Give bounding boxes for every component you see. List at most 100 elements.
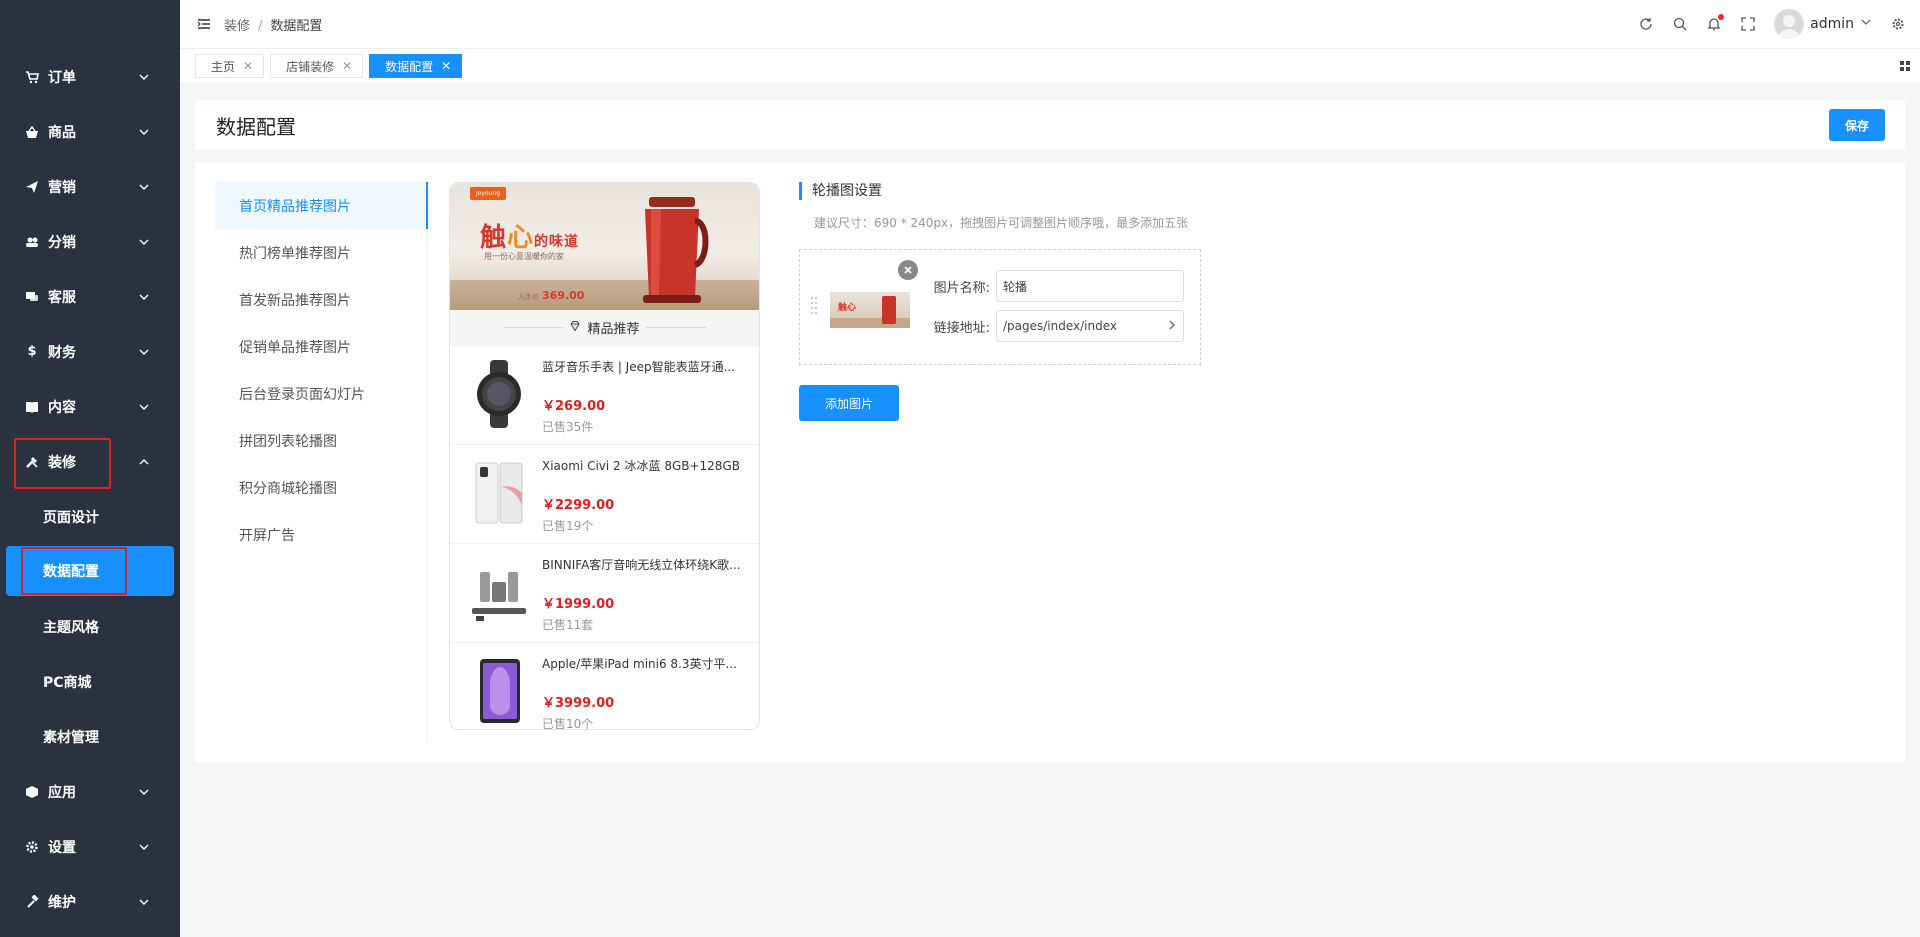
product-item[interactable]: 蓝牙音乐手表 | Jeep智能表蓝牙通... ￥269.00 已售35件 xyxy=(450,346,759,445)
settings-gear-icon[interactable] xyxy=(1890,16,1906,32)
menu-item-group-carousel[interactable]: 拼团列表轮播图 xyxy=(215,417,427,464)
menu-item-points-carousel[interactable]: 积分商城轮播图 xyxy=(215,464,427,511)
section-title: 轮播图设置 xyxy=(799,182,1299,200)
tools-icon xyxy=(24,454,40,470)
divider xyxy=(645,327,706,328)
nav-item-service[interactable]: 客服 xyxy=(0,269,180,324)
product-price: ￥3999.00 xyxy=(542,696,615,711)
gear-icon xyxy=(24,839,40,855)
chevron-up-icon xyxy=(138,456,150,468)
sidebar-subitem-data-config[interactable]: 数据配置 xyxy=(6,546,174,596)
breadcrumb-current: 数据配置 xyxy=(270,18,323,34)
product-item[interactable]: BINNIFA客厅音响无线立体环绕K歌... ￥1999.00 已售11套 xyxy=(450,544,759,643)
nav-item-distribution[interactable]: 分销 xyxy=(0,214,180,269)
menu-item-new-products[interactable]: 首发新品推荐图片 xyxy=(215,276,427,323)
sidebar-subitem-theme[interactable]: 主题风格 xyxy=(0,599,180,654)
menu-toggle-icon[interactable] xyxy=(196,16,212,32)
sidebar-subitem-pc-mall[interactable]: PC商城 xyxy=(0,654,180,709)
carousel-thumbnail[interactable]: 触心 xyxy=(830,292,910,328)
nav-item-orders[interactable]: 订单 xyxy=(0,49,180,104)
image-name-field: 图片名称: xyxy=(930,270,1184,302)
breadcrumb: 装修 / 数据配置 xyxy=(224,15,322,34)
product-info: 蓝牙音乐手表 | Jeep智能表蓝牙通... ￥269.00 已售35件 xyxy=(542,358,759,444)
subitem-label: 主题风格 xyxy=(43,619,99,636)
product-info: Apple/苹果iPad mini6 8.3英寸平... ￥3999.00 已售… xyxy=(542,655,759,729)
remove-image-button[interactable] xyxy=(898,260,918,280)
chevron-down-icon xyxy=(138,841,150,853)
product-name: 蓝牙音乐手表 | Jeep智能表蓝牙通... xyxy=(542,360,736,374)
chevron-down-icon xyxy=(138,896,150,908)
link-value: /pages/index/index xyxy=(1003,319,1118,333)
tablet-image xyxy=(470,655,528,727)
nav-item-maintenance[interactable]: 维护 xyxy=(0,874,180,929)
dollar-icon: $ xyxy=(27,344,37,359)
field-label: 链接地址: xyxy=(933,320,990,336)
people-icon xyxy=(24,234,40,250)
breadcrumb-item[interactable]: 装修 xyxy=(224,19,250,34)
nav-item-settings[interactable]: 设置 xyxy=(0,819,180,874)
close-icon[interactable]: ✕ xyxy=(243,60,253,72)
nav-item-decoration[interactable]: 装修 xyxy=(0,434,180,489)
product-item[interactable]: Xiaomi Civi 2 冰冰蓝 8GB+128GB ￥2299.00 已售1… xyxy=(450,445,759,544)
banner-slogan: 触心的味道 xyxy=(480,217,579,254)
tab-data-config[interactable]: 数据配置 ✕ xyxy=(369,54,463,78)
book-icon xyxy=(24,399,40,415)
menu-item-splash-ad[interactable]: 开屏广告 xyxy=(215,511,427,558)
user-menu[interactable]: admin xyxy=(1774,9,1872,39)
nav-item-content[interactable]: 内容 xyxy=(0,379,180,434)
chevron-down-icon xyxy=(138,236,150,248)
cube-icon xyxy=(24,784,40,800)
username: admin xyxy=(1810,16,1854,32)
image-name-input[interactable] xyxy=(996,270,1184,302)
config-category-menu: 首页精品推荐图片 热门榜单推荐图片 首发新品推荐图片 促销单品推荐图片 后台登录… xyxy=(215,182,428,742)
menu-item-login-slides[interactable]: 后台登录页面幻灯片 xyxy=(215,370,427,417)
grid-menu-icon[interactable] xyxy=(1898,59,1912,73)
diamond-icon xyxy=(569,320,581,336)
fullscreen-icon[interactable] xyxy=(1740,16,1756,32)
chat-icon xyxy=(24,289,40,305)
nav-item-label: 营销 xyxy=(48,179,76,196)
slogan-part: 心 xyxy=(507,223,535,253)
field-label: 图片名称: xyxy=(933,280,990,296)
close-icon[interactable]: ✕ xyxy=(441,60,451,72)
close-icon[interactable]: ✕ xyxy=(342,60,352,72)
add-image-button[interactable]: 添加图片 xyxy=(799,385,899,421)
basket-icon xyxy=(24,124,40,140)
page-header: 数据配置 保存 xyxy=(195,100,1905,150)
menu-item-promo[interactable]: 促销单品推荐图片 xyxy=(215,323,427,370)
drag-handle-icon[interactable] xyxy=(810,296,818,318)
top-toolbar: admin xyxy=(1638,9,1906,39)
carousel-config: 轮播图设置 建议尺寸：690 * 240px，拖拽图片可调整图片顺序哦，最多添加… xyxy=(799,182,1299,421)
chevron-down-icon xyxy=(138,346,150,358)
nav-item-apps[interactable]: 应用 xyxy=(0,764,180,819)
refresh-icon[interactable] xyxy=(1638,16,1654,32)
chevron-down-icon xyxy=(138,786,150,798)
nav-item-label: 维护 xyxy=(48,894,76,911)
banner-price: 入手价 369.00 xyxy=(518,289,584,302)
chevron-down-icon xyxy=(138,291,150,303)
tab-shop-decoration[interactable]: 店铺装修 ✕ xyxy=(270,54,364,78)
product-price: ￥269.00 xyxy=(542,399,606,414)
nav-item-label: 内容 xyxy=(48,399,76,416)
menu-item-home-featured[interactable]: 首页精品推荐图片 xyxy=(215,182,428,229)
banner-subtitle: 用一份心意温暖你的家 xyxy=(484,252,564,261)
main-panel: 首页精品推荐图片 热门榜单推荐图片 首发新品推荐图片 促销单品推荐图片 后台登录… xyxy=(195,162,1905,762)
sidebar-subitem-materials[interactable]: 素材管理 xyxy=(0,709,180,764)
save-button[interactable]: 保存 xyxy=(1829,109,1885,141)
menu-item-hot-list[interactable]: 热门榜单推荐图片 xyxy=(215,229,427,276)
nav-item-products[interactable]: 商品 xyxy=(0,104,180,159)
tab-home[interactable]: 主页 ✕ xyxy=(195,54,265,78)
product-sold: 已售19个 xyxy=(542,519,594,533)
bell-icon[interactable] xyxy=(1706,14,1725,32)
smartwatch-image xyxy=(470,358,528,430)
search-icon[interactable] xyxy=(1672,16,1688,32)
product-item[interactable]: Apple/苹果iPad mini6 8.3英寸平... ￥3999.00 已售… xyxy=(450,643,759,729)
sidebar-subitem-page-design[interactable]: 页面设计 xyxy=(0,489,180,544)
breadcrumb-separator: / xyxy=(258,18,263,34)
nav-item-finance[interactable]: $ 财务 xyxy=(0,324,180,379)
subitem-label: 页面设计 xyxy=(43,509,99,526)
link-select[interactable]: /pages/index/index xyxy=(996,310,1184,342)
slogan-part: 触 xyxy=(480,223,508,253)
size-hint: 建议尺寸：690 * 240px，拖拽图片可调整图片顺序哦，最多添加五张 xyxy=(814,216,1189,230)
nav-item-marketing[interactable]: 营销 xyxy=(0,159,180,214)
